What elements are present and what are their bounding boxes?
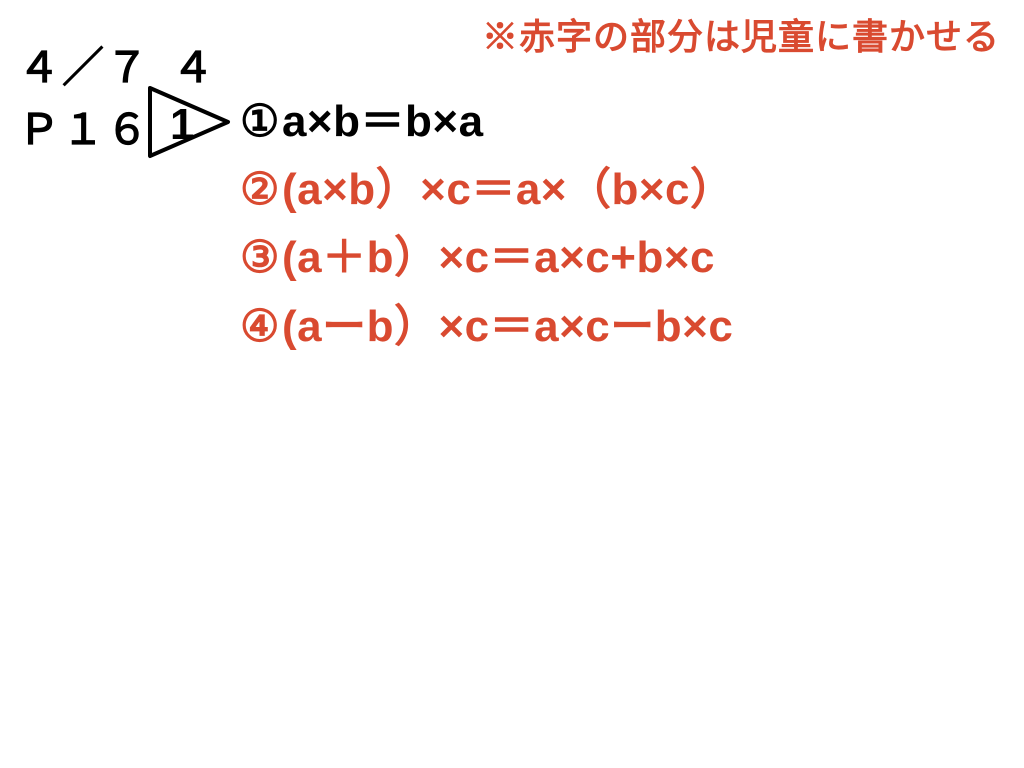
instruction-note: ※赤字の部分は児童に書かせる <box>482 8 1000 60</box>
formula-list: ① a×b＝b×a ② (a×b）×c＝a×（b×c） ③ (a＋b）×c＝a×… <box>240 88 735 361</box>
formula-marker-1: ① <box>240 88 280 156</box>
formula-body-3: (a＋b）×c＝a×c+b×c <box>282 224 715 292</box>
triangle-number: 1 <box>170 100 194 150</box>
formula-body-4: (aーb）×c＝a×cーb×c <box>282 293 733 361</box>
formula-row-1: ① a×b＝b×a <box>240 88 735 156</box>
date-label: ４／７ <box>18 34 150 95</box>
formula-row-3: ③ (a＋b）×c＝a×c+b×c <box>240 224 735 292</box>
formula-row-2: ② (a×b）×c＝a×（b×c） <box>240 156 735 224</box>
triangle-marker: 1 <box>144 82 234 162</box>
formula-marker-4: ④ <box>240 293 280 361</box>
formula-body-1: a×b＝b×a <box>282 88 484 156</box>
page-label: Ｐ１６ <box>18 96 150 157</box>
formula-row-4: ④ (aーb）×c＝a×cーb×c <box>240 293 735 361</box>
formula-marker-3: ③ <box>240 224 280 292</box>
formula-marker-2: ② <box>240 156 280 224</box>
formula-body-2: (a×b）×c＝a×（b×c） <box>282 156 735 224</box>
